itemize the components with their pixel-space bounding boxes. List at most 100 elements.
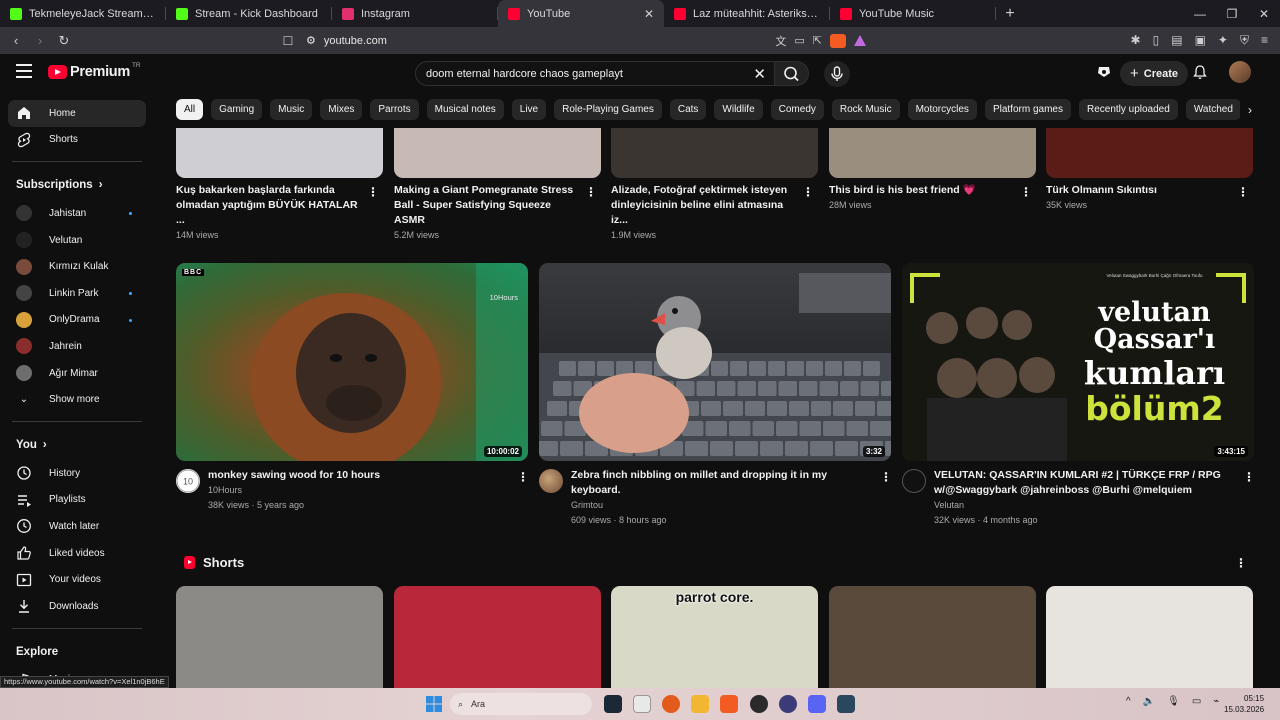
browser-tab[interactable]: Laz müteahhit: Asteriks ve Oburiks; G: [664, 0, 830, 27]
filter-chip[interactable]: Mixes: [320, 99, 363, 120]
filter-chip[interactable]: Musical notes: [426, 99, 504, 120]
channel-name[interactable]: 10Hours: [208, 483, 508, 498]
channel-name[interactable]: Velutan: [934, 498, 1234, 513]
video-thumbnail[interactable]: [176, 128, 383, 178]
account-avatar[interactable]: [1229, 61, 1251, 83]
short-thumbnail[interactable]: [1046, 586, 1253, 688]
more-actions-icon[interactable]: ⋮: [585, 185, 597, 199]
video-title[interactable]: This bird is his best friend 💗: [829, 183, 1014, 198]
subscription-item[interactable]: OnlyDrama: [0, 307, 154, 334]
forward-icon[interactable]: ›: [30, 33, 50, 48]
sidebar-item-home[interactable]: Home: [8, 100, 146, 127]
clear-search-icon[interactable]: ✕: [753, 65, 766, 83]
short-card[interactable]: [394, 586, 601, 688]
video-thumbnail[interactable]: Velutan Swaggybark Burhi Çağrı Ofmaera T…: [902, 263, 1254, 461]
steam-icon[interactable]: [604, 695, 622, 713]
close-tab-icon[interactable]: ✕: [644, 7, 654, 21]
subscription-item[interactable]: Jahrein: [0, 333, 154, 360]
subscription-item[interactable]: Velutan: [0, 227, 154, 254]
video-title[interactable]: Türk Olmanın Sıkıntısı: [1046, 183, 1231, 198]
filter-chip[interactable]: Comedy: [770, 99, 824, 120]
taskbar-search[interactable]: ⌕ Ara: [450, 693, 592, 715]
microphone-tray-icon[interactable]: 🎙: [1167, 696, 1180, 707]
youtube-premium-logo[interactable]: Premium TR: [48, 62, 141, 80]
video-title[interactable]: Zebra finch nibbling on millet and dropp…: [571, 468, 871, 498]
sidebar-toggle-icon[interactable]: ▯: [1153, 33, 1160, 48]
filter-chip[interactable]: Watched: [1185, 99, 1241, 120]
site-info-icon[interactable]: ⚙: [306, 34, 316, 47]
filter-chip[interactable]: Wildlife: [714, 99, 763, 120]
video-thumbnail[interactable]: [829, 128, 1036, 178]
more-actions-icon[interactable]: ⋮: [1237, 185, 1249, 199]
tray-chevron-icon[interactable]: ^: [1126, 696, 1131, 707]
channel-avatar[interactable]: [902, 469, 926, 493]
short-card[interactable]: parrot core.: [611, 586, 818, 688]
short-thumbnail[interactable]: [176, 586, 383, 688]
video-card[interactable]: Alizade, Fotoğraf çektirmek isteyen dinl…: [611, 128, 818, 240]
notifications-bell-icon[interactable]: [1192, 64, 1208, 80]
new-tab-button[interactable]: +: [996, 5, 1024, 23]
store-icon[interactable]: [633, 695, 651, 713]
sidebar-item-playlists[interactable]: Playlists: [0, 487, 154, 514]
video-title[interactable]: Making a Giant Pomegranate Stress Ball -…: [394, 183, 579, 228]
speaker-icon[interactable]: 🔈: [1143, 696, 1155, 707]
short-thumbnail[interactable]: [394, 586, 601, 688]
browser-tab[interactable]: Instagram: [332, 0, 498, 27]
sidebar-item-downloads[interactable]: Downloads: [0, 593, 154, 620]
more-actions-icon[interactable]: ⋮: [367, 185, 379, 199]
filter-chip[interactable]: Music: [270, 99, 313, 120]
more-actions-icon[interactable]: ⋮: [1020, 185, 1032, 199]
chips-next-arrow-icon[interactable]: ›: [1240, 99, 1260, 120]
filter-chip[interactable]: Gaming: [211, 99, 263, 120]
file-explorer-icon[interactable]: [691, 695, 709, 713]
brave-rewards-icon[interactable]: [854, 35, 866, 46]
video-title[interactable]: Alizade, Fotoğraf çektirmek isteyen dinl…: [611, 183, 796, 228]
channel-avatar[interactable]: [539, 469, 563, 493]
channel-avatar[interactable]: 10: [176, 469, 200, 493]
more-actions-icon[interactable]: ⋮: [517, 470, 529, 484]
filter-chip[interactable]: Rock Music: [831, 99, 900, 120]
video-thumbnail[interactable]: [1046, 128, 1253, 178]
video-title[interactable]: Kuş bakarken başlarda farkında olmadan y…: [176, 183, 361, 228]
taskbar-clock[interactable]: 05:15 15.03.2026: [1224, 693, 1264, 715]
obs-icon[interactable]: [750, 695, 768, 713]
reload-icon[interactable]: ↻: [54, 33, 74, 49]
sidebar-item-your-videos[interactable]: Your videos: [0, 566, 154, 593]
network-icon[interactable]: ⌁: [1213, 696, 1219, 707]
short-thumbnail[interactable]: [829, 586, 1036, 688]
guide-menu-icon[interactable]: [16, 64, 32, 78]
filter-chip[interactable]: Platform games: [984, 99, 1071, 120]
search-input[interactable]: doom eternal hardcore chaos gameplayt ✕: [415, 61, 775, 86]
video-title[interactable]: VELUTAN: QASSAR'IN KUMLARI #2 | TÜRKÇE F…: [934, 468, 1234, 498]
back-icon[interactable]: ‹: [6, 33, 26, 48]
close-window-icon[interactable]: ✕: [1248, 7, 1280, 21]
video-card[interactable]: Making a Giant Pomegranate Stress Ball -…: [394, 128, 601, 240]
wallet-icon[interactable]: ▣: [1195, 33, 1206, 48]
video-card[interactable]: Kuş bakarken başlarda farkında olmadan y…: [176, 128, 383, 240]
short-card[interactable]: [829, 586, 1036, 688]
bookmark-icon[interactable]: ☐: [278, 34, 298, 48]
filter-chip[interactable]: Recently uploaded: [1078, 99, 1178, 120]
filter-chip[interactable]: Motorcycles: [907, 99, 977, 120]
video-card[interactable]: Velutan Swaggybark Burhi Çağrı Ofmaera T…: [902, 263, 1255, 525]
channel-name[interactable]: Grimtou: [571, 498, 871, 513]
video-thumbnail[interactable]: [611, 128, 818, 178]
app-icon[interactable]: [779, 695, 797, 713]
show-more-button[interactable]: ⌄ Show more: [0, 386, 154, 413]
origin-icon[interactable]: [662, 695, 680, 713]
filter-chip[interactable]: Cats: [669, 99, 707, 120]
subscription-item[interactable]: Ağır Mimar: [0, 360, 154, 387]
short-card[interactable]: [1046, 586, 1253, 688]
more-actions-icon[interactable]: ⋮: [802, 185, 814, 199]
brave-browser-icon[interactable]: [720, 695, 738, 713]
video-card[interactable]: Türk Olmanın Sıkıntısı 35K views ⋮: [1046, 128, 1253, 210]
sidebar-item-watch-later[interactable]: Watch later: [0, 513, 154, 540]
video-card[interactable]: BBC 10Hours 10:00:02 10 monkey sawing wo…: [176, 263, 529, 510]
browser-tab[interactable]: YouTube ✕: [498, 0, 664, 27]
browser-tab[interactable]: Stream - Kick Dashboard: [166, 0, 332, 27]
vpn-icon[interactable]: ⛨: [1240, 33, 1249, 48]
browser-tab[interactable]: TekmeleyeJack Stream - Watch Live o: [0, 0, 166, 27]
filter-chip[interactable]: All: [176, 99, 204, 120]
sidebar-item-liked-videos[interactable]: Liked videos: [0, 540, 154, 567]
shorts-more-icon[interactable]: ⋮: [1235, 556, 1247, 570]
